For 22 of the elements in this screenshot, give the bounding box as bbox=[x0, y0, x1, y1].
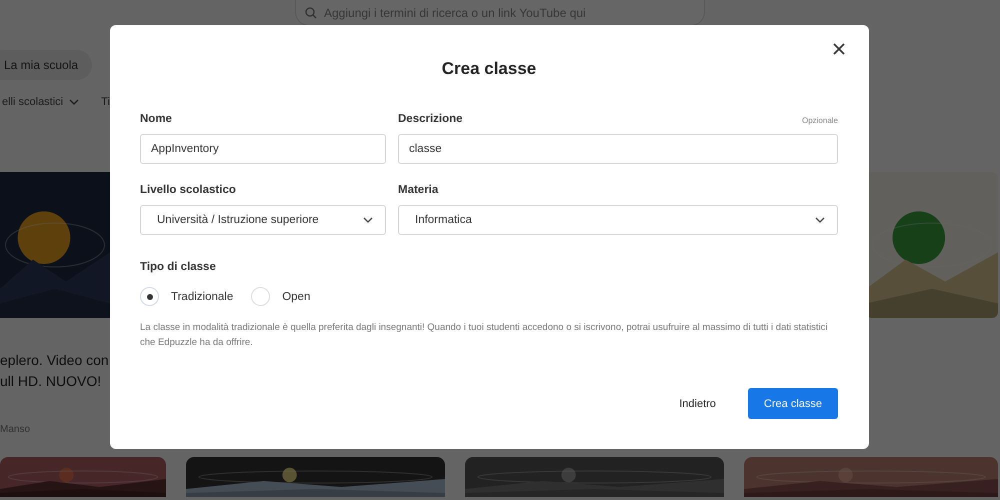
optional-note: Opzionale bbox=[802, 116, 838, 125]
field-label: Livello scolastico bbox=[140, 184, 236, 196]
field-label: Nome bbox=[140, 113, 172, 125]
field-label: Materia bbox=[398, 184, 438, 196]
text-field[interactable]: classe bbox=[398, 134, 838, 164]
select-dropdown[interactable]: Informatica bbox=[398, 205, 838, 235]
chevron-down-icon bbox=[815, 217, 825, 223]
select-dropdown[interactable]: Università / Istruzione superiore bbox=[140, 205, 386, 235]
help-text: La classe in modalità tradizionale è quella preferita dagli insegnanti! Quando i tuoi studenti accedono o si iscrivono, potrai usufruire al massimo di tutti i dati statistici che Edpuzzle ha da offrire. bbox=[140, 321, 829, 350]
video-title: eplero. Video con ull HD. NUOVO! bbox=[0, 351, 110, 391]
dialog-title: Crea classe bbox=[440, 59, 538, 79]
close-icon[interactable] bbox=[833, 43, 845, 55]
radio-label[interactable]: Tradizionale bbox=[171, 290, 234, 302]
radio-label[interactable]: Open bbox=[282, 290, 310, 302]
field-label: Descrizione bbox=[398, 113, 463, 125]
chevron-down-icon bbox=[363, 217, 373, 223]
radio-button[interactable] bbox=[140, 287, 159, 306]
radio-button[interactable] bbox=[251, 287, 270, 306]
chevron-down-icon bbox=[69, 99, 80, 105]
field-label: Tipo di classe bbox=[140, 261, 217, 273]
text-field[interactable]: AppInventory bbox=[140, 134, 386, 164]
create-button[interactable]: Crea classe bbox=[748, 388, 838, 419]
